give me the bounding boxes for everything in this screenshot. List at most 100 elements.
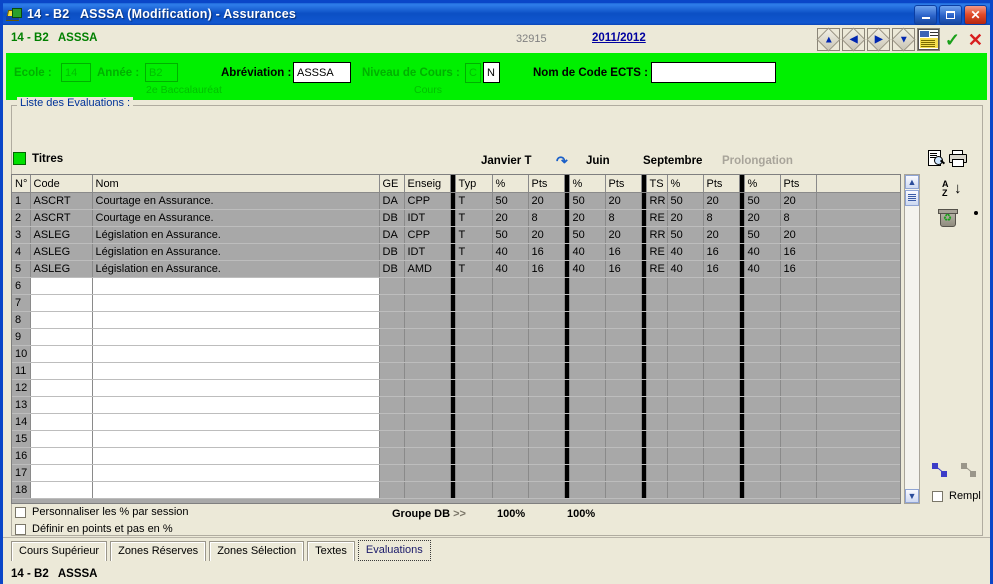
cell-janvier-pct[interactable] bbox=[492, 430, 529, 448]
cell-juin-pts[interactable] bbox=[605, 464, 642, 482]
cell-septembre-pct[interactable] bbox=[667, 328, 704, 346]
tab-cours-superieur[interactable]: Cours Supérieur bbox=[11, 541, 108, 561]
cell-code[interactable] bbox=[30, 294, 93, 312]
cell-ts[interactable]: RE bbox=[646, 209, 668, 227]
table-row[interactable]: 3 ASLEG Législation en Assurance. DA CPP… bbox=[12, 226, 900, 244]
cell-septembre-pts[interactable]: 16 bbox=[703, 243, 740, 261]
cell-janvier-pct[interactable]: 40 bbox=[492, 260, 529, 278]
col-septembre-pct[interactable]: % bbox=[667, 175, 704, 193]
cell-septembre-pts[interactable] bbox=[703, 464, 740, 482]
cell-janvier-pct[interactable] bbox=[492, 481, 529, 499]
cell-typ[interactable] bbox=[455, 362, 493, 380]
cell-typ[interactable]: T bbox=[455, 226, 493, 244]
cell-septembre-pct[interactable]: 20 bbox=[667, 209, 704, 227]
cell-typ[interactable]: T bbox=[455, 243, 493, 261]
cell-septembre-pts[interactable]: 8 bbox=[703, 209, 740, 227]
cell-septembre-pts[interactable] bbox=[703, 277, 740, 295]
minimize-button[interactable] bbox=[914, 5, 937, 25]
printer-icon[interactable] bbox=[949, 150, 967, 167]
cell-prolongation-pts[interactable] bbox=[780, 277, 817, 295]
cell-prolongation-pct[interactable] bbox=[744, 328, 781, 346]
cell-janvier-pts[interactable] bbox=[528, 481, 565, 499]
cell-enseig[interactable]: CPP bbox=[404, 226, 451, 244]
table-row[interactable]: 5 ASLEG Législation en Assurance. DB AMD… bbox=[12, 260, 900, 278]
niveau-code-input[interactable] bbox=[483, 62, 500, 83]
cell-septembre-pts[interactable] bbox=[703, 328, 740, 346]
cell-typ[interactable] bbox=[455, 481, 493, 499]
col-prolongation-pts[interactable]: Pts bbox=[780, 175, 817, 193]
table-row[interactable]: 15 bbox=[12, 430, 900, 448]
cell-prolongation-pct[interactable] bbox=[744, 396, 781, 414]
refresh-icon[interactable]: ↷ bbox=[556, 153, 568, 170]
tab-textes[interactable]: Textes bbox=[307, 541, 355, 561]
cell-typ[interactable] bbox=[455, 294, 493, 312]
cell-nom[interactable]: Législation en Assurance. bbox=[92, 260, 380, 278]
cell-code[interactable] bbox=[30, 311, 93, 329]
cell-typ[interactable] bbox=[455, 328, 493, 346]
cell-enseig[interactable] bbox=[404, 345, 451, 363]
cell-juin-pts[interactable] bbox=[605, 277, 642, 295]
scroll-down-button[interactable]: ▼ bbox=[905, 489, 919, 503]
cell-janvier-pts[interactable] bbox=[528, 328, 565, 346]
cell-septembre-pct[interactable] bbox=[667, 447, 704, 465]
cell-typ[interactable] bbox=[455, 464, 493, 482]
cell-nom[interactable] bbox=[92, 481, 380, 499]
cell-ts[interactable] bbox=[646, 430, 668, 448]
table-row[interactable]: 8 bbox=[12, 311, 900, 329]
cell-nom[interactable]: Courtage en Assurance. bbox=[92, 192, 380, 210]
cell-prolongation-pct[interactable] bbox=[744, 277, 781, 295]
cell-ts[interactable] bbox=[646, 311, 668, 329]
cell-ge[interactable] bbox=[379, 328, 405, 346]
sort-az-icon[interactable]: A Z ↓ bbox=[940, 180, 968, 200]
academic-year-link[interactable]: 2011/2012 bbox=[592, 32, 646, 44]
table-row[interactable]: 11 bbox=[12, 362, 900, 380]
scrollbar-thumb[interactable] bbox=[905, 190, 919, 206]
cell-juin-pct[interactable] bbox=[569, 277, 606, 295]
cell-prolongation-pct[interactable] bbox=[744, 311, 781, 329]
cell-janvier-pct[interactable] bbox=[492, 328, 529, 346]
cell-ts[interactable] bbox=[646, 379, 668, 397]
col-janvier-pts[interactable]: Pts bbox=[528, 175, 565, 193]
cell-juin-pts[interactable]: 16 bbox=[605, 260, 642, 278]
col-ge[interactable]: GE bbox=[379, 175, 405, 193]
cell-enseig[interactable] bbox=[404, 430, 451, 448]
cell-prolongation-pct[interactable] bbox=[744, 345, 781, 363]
cell-prolongation-pct[interactable]: 20 bbox=[744, 209, 781, 227]
cell-ts[interactable] bbox=[646, 294, 668, 312]
cell-janvier-pts[interactable] bbox=[528, 294, 565, 312]
personnaliser-row[interactable]: Personnaliser les % par session bbox=[15, 506, 189, 518]
col-ts[interactable]: TS bbox=[646, 175, 668, 193]
cell-janvier-pts[interactable] bbox=[528, 345, 565, 363]
cell-septembre-pts[interactable] bbox=[703, 413, 740, 431]
cell-code[interactable]: ASLEG bbox=[30, 226, 93, 244]
definir-points-row[interactable]: Définir en points et pas en % bbox=[15, 523, 189, 535]
cell-nom[interactable] bbox=[92, 379, 380, 397]
cell-janvier-pts[interactable] bbox=[528, 311, 565, 329]
table-row[interactable]: 12 bbox=[12, 379, 900, 397]
cell-nom[interactable] bbox=[92, 430, 380, 448]
cell-enseig[interactable]: IDT bbox=[404, 243, 451, 261]
grid-vertical-scrollbar[interactable]: ▲ ▼ bbox=[904, 174, 920, 504]
cell-septembre-pts[interactable] bbox=[703, 379, 740, 397]
cell-septembre-pts[interactable] bbox=[703, 481, 740, 499]
cell-typ[interactable]: T bbox=[455, 209, 493, 227]
cell-enseig[interactable] bbox=[404, 481, 451, 499]
cell-enseig[interactable] bbox=[404, 464, 451, 482]
table-row[interactable]: 4 ASLEG Législation en Assurance. DB IDT… bbox=[12, 243, 900, 261]
cell-ts[interactable] bbox=[646, 362, 668, 380]
cell-juin-pct[interactable]: 50 bbox=[569, 192, 606, 210]
cell-code[interactable]: ASLEG bbox=[30, 243, 93, 261]
cell-prolongation-pts[interactable] bbox=[780, 328, 817, 346]
cell-janvier-pts[interactable]: 20 bbox=[528, 226, 565, 244]
cell-juin-pts[interactable] bbox=[605, 294, 642, 312]
print-preview-icon[interactable] bbox=[928, 150, 946, 166]
cell-enseig[interactable] bbox=[404, 413, 451, 431]
cell-septembre-pts[interactable] bbox=[703, 396, 740, 414]
cell-prolongation-pts[interactable]: 8 bbox=[780, 209, 817, 227]
table-row[interactable]: 10 bbox=[12, 345, 900, 363]
cell-nom[interactable] bbox=[92, 328, 380, 346]
cell-janvier-pts[interactable] bbox=[528, 430, 565, 448]
cell-juin-pct[interactable]: 20 bbox=[569, 209, 606, 227]
cell-typ[interactable] bbox=[455, 430, 493, 448]
cell-septembre-pct[interactable]: 40 bbox=[667, 260, 704, 278]
